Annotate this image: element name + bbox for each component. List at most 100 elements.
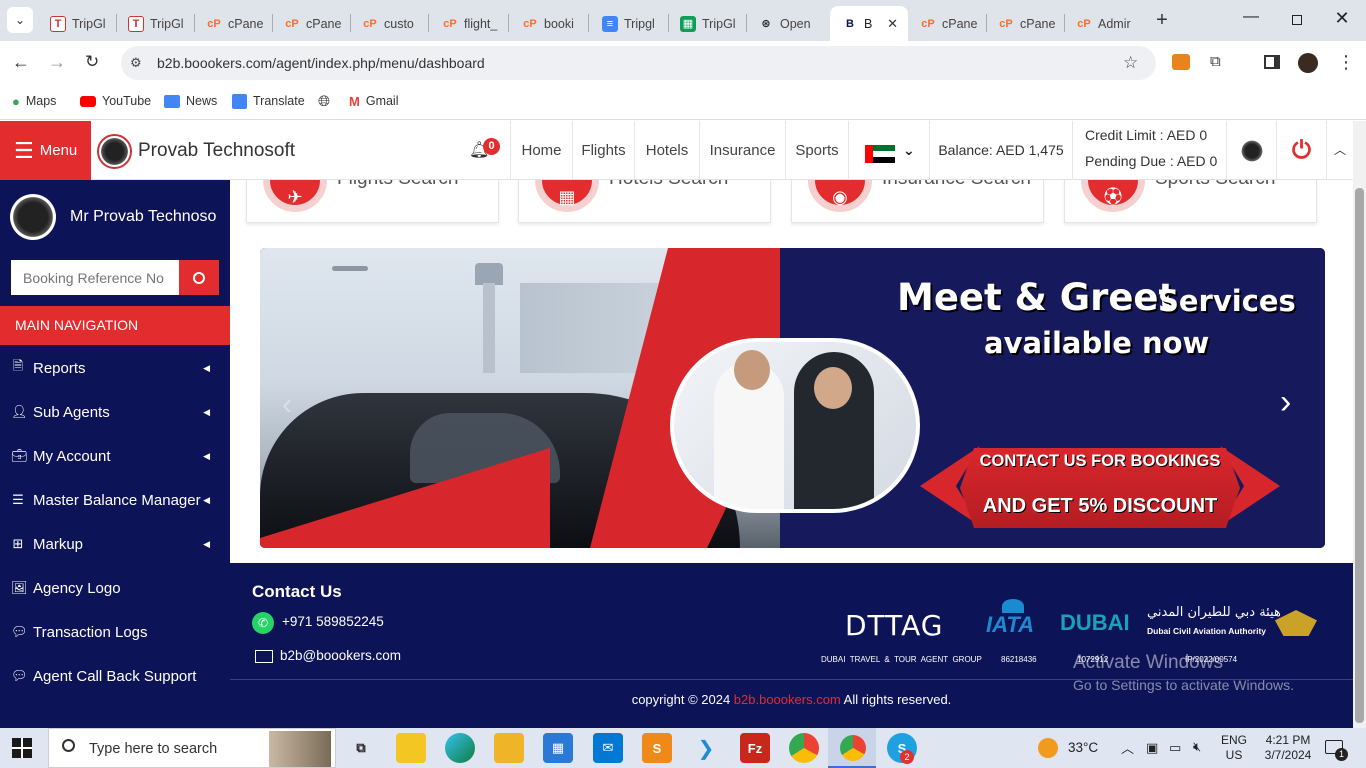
service-card-label: Flights Search [337,180,458,190]
copyright-link[interactable]: b2b.boookers.com [734,692,841,707]
sports-search-card[interactable]: ⚽︎ Sports Search [1064,180,1317,223]
close-window-button[interactable]: ✕ [1330,8,1354,32]
flights-search-card[interactable]: ✈ Flights Search [246,180,499,223]
filezilla-icon[interactable]: Fz [740,733,770,763]
volume-muted-icon[interactable]: 🔇︎ [1193,739,1201,755]
site-info-icon[interactable]: ⚙ [130,55,142,71]
browser-tab[interactable]: T TripGl [116,6,194,41]
browser-tab[interactable]: cP cPane [272,6,350,41]
url-text[interactable]: b2b.boookers.com/agent/index.php/menu/da… [157,55,485,71]
browser-menu-icon[interactable]: ⋮ [1337,52,1355,73]
browser-tab[interactable]: T TripGl [38,6,116,41]
sidebar-item-agent-call-back-support[interactable]: 💬︎ Agent Call Back Support [0,654,230,698]
collapse-header-button[interactable]: ︿ [1326,121,1353,180]
back-button[interactable]: ← [12,52,34,74]
nav-hotels[interactable]: Hotels [634,121,699,180]
nav-home[interactable]: Home [510,121,572,180]
hotels-search-card[interactable]: ▦ Hotels Search [518,180,771,223]
activate-windows-subtext: Go to Settings to activate Windows. [1073,677,1294,693]
tray-chevron-up-icon[interactable]: ︿ [1121,738,1134,757]
vscode-icon[interactable]: ❯ [691,733,721,763]
edge-icon[interactable] [445,733,475,763]
start-button[interactable] [12,738,32,758]
task-view-icon[interactable]: ⧉ [346,733,376,763]
tray-device-icon[interactable]: ▣ [1146,740,1158,756]
sidebar-item-my-account[interactable]: 💼︎ My Account ◀ [0,434,230,478]
promo-banner-carousel[interactable]: Meet & Greet Services available now CONT… [260,248,1325,548]
weather-temp[interactable]: 33°C [1068,740,1098,755]
browser-tab[interactable]: cP flight_ [430,6,508,41]
bookmark-star-icon[interactable]: ☆ [1123,53,1138,73]
bookmark-gmail[interactable]: M Gmail [349,92,399,110]
tab-title: Open [780,16,811,31]
brand-name[interactable]: Provab Technosoft [138,140,295,162]
side-panel-icon[interactable] [1264,55,1280,69]
language-flag-dropdown[interactable]: ⌄ [865,142,925,163]
browser-tab[interactable]: cP Admir [1064,6,1142,41]
close-tab-icon[interactable]: ✕ [887,16,898,32]
store-icon[interactable]: ▦ [543,733,573,763]
network-icon[interactable]: ▭ [1169,740,1181,756]
chrome-profile-icon [840,735,866,761]
logout-button[interactable]: ⏻ [1276,121,1326,180]
browser-tab[interactable]: ▦ TripGl [668,6,746,41]
browser-tab[interactable]: cP cPane [986,6,1064,41]
clock[interactable]: 4:21 PM 3/7/2024 [1260,733,1316,763]
cpanel-icon: cP [523,17,537,30]
chrome-active-tab[interactable] [828,728,876,768]
nav-flights[interactable]: Flights [572,121,634,180]
tab-search-button[interactable]: ⌄ [7,7,33,33]
browser-tab[interactable]: cP booki [510,6,588,41]
profile-avatar[interactable] [1298,53,1318,73]
sidebar-item-reports[interactable]: 🗎︎ Reports ◀ [0,346,230,390]
user-avatar[interactable] [1226,121,1276,180]
sidebar-item-master-balance-manager[interactable]: ☰ Master Balance Manager ◀ [0,478,230,522]
carousel-next-arrow[interactable]: › [1280,383,1291,422]
weather-icon[interactable] [1038,738,1058,758]
bookmark-translate[interactable]: Translate [232,92,305,110]
browser-tab[interactable]: ≡ Tripgl [590,6,668,41]
extensions-icon[interactable]: ⧉ [1210,53,1221,70]
list-icon: ☰ [12,492,24,507]
forward-button[interactable]: → [48,52,70,74]
bookmark-globe[interactable]: 🌐︎ [318,92,330,110]
sublime-text-icon[interactable]: S [642,733,672,763]
bookmark-maps[interactable]: ● Maps [12,92,56,110]
sidebar-item-markup[interactable]: ⊞ Markup ◀ [0,522,230,566]
contact-email[interactable]: b2b@boookers.com [280,648,401,663]
chrome-icon[interactable] [789,733,819,763]
minimize-button[interactable]: — [1238,8,1264,32]
metamask-icon[interactable] [1172,54,1190,70]
bookmark-youtube[interactable]: YouTube [80,92,151,110]
page-scrollbar[interactable] [1353,121,1366,728]
insurance-search-card[interactable]: ◉ Insurance Search [791,180,1044,223]
booking-reference-search-input[interactable] [11,260,179,295]
browser-tab[interactable]: cP cPane [908,6,986,41]
nav-insurance[interactable]: Insurance [699,121,785,180]
tripgl-icon: T [50,15,66,32]
reload-button[interactable]: ↻ [85,52,107,74]
restore-button[interactable] [1285,8,1309,32]
carousel-prev-arrow[interactable]: ‹ [282,388,292,422]
sidebar-item-sub-agents[interactable]: 👤︎ Sub Agents ◀ [0,390,230,434]
nav-sports[interactable]: Sports [785,121,849,180]
browser-tab[interactable]: cP custo [350,6,428,41]
insurance-search-icon: ◉ [808,180,872,212]
language-indicator[interactable]: ENG US [1218,733,1250,763]
booking-search-button[interactable] [179,260,219,295]
contact-phone[interactable]: +971 589852245 [282,614,384,629]
taskbar-search-box[interactable]: Type here to search [48,728,336,768]
browser-tab[interactable]: B B ✕ [830,6,908,41]
bookmark-news[interactable]: News [164,92,217,110]
file-explorer-icon[interactable] [494,733,524,763]
new-tab-button[interactable]: + [1150,8,1174,32]
menu-toggle-button[interactable]: ☰ Menu [0,121,91,180]
sticky-notes-icon[interactable] [396,733,426,763]
sidebar-item-transaction-logs[interactable]: 💬︎ Transaction Logs [0,610,230,654]
mail-icon[interactable]: ✉ [593,733,623,763]
browser-tab[interactable]: cP cPane [194,6,272,41]
sidebar-item-agency-logo[interactable]: 🖼︎ Agency Logo [0,566,230,610]
file-icon: 🗎︎ [12,358,24,373]
browser-tab[interactable]: ⊛ Open [746,6,824,41]
scrollbar-thumb[interactable] [1355,188,1364,723]
